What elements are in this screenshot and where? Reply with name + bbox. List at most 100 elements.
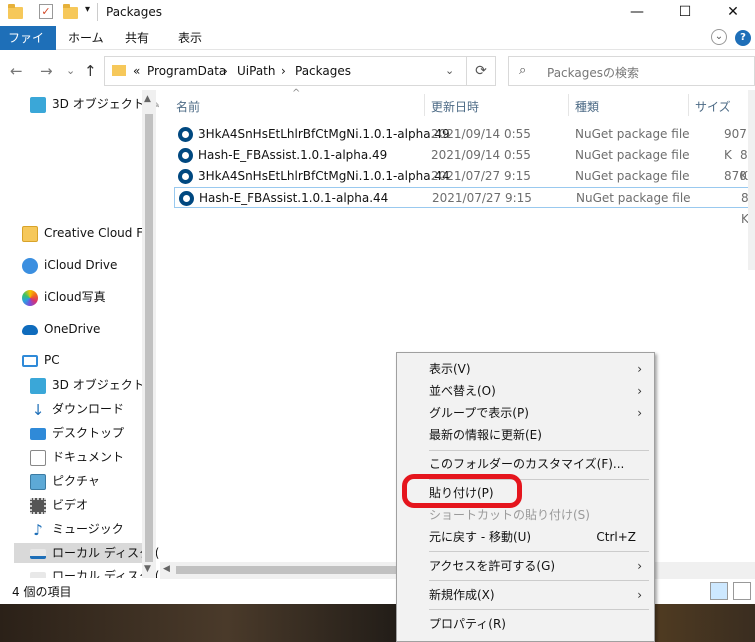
menu-item-undo-move[interactable]: 元に戻す - 移動(U) Ctrl+Z xyxy=(399,526,652,548)
submenu-arrow-icon: › xyxy=(637,362,642,376)
nav-item-onedrive[interactable]: OneDrive xyxy=(22,319,100,339)
nav-item-label: ピクチャ xyxy=(52,474,100,488)
breadcrumb-overflow[interactable]: « xyxy=(133,64,140,78)
file-date: 2021/07/27 9:15 xyxy=(431,169,531,183)
file-date: 2021/09/14 0:55 xyxy=(431,148,531,162)
paste-highlight-annotation xyxy=(402,474,522,508)
expand-ribbon-icon[interactable]: ⌄ xyxy=(711,29,727,45)
nav-item-pc-3d-objects[interactable]: 3D オブジェクト xyxy=(30,375,145,395)
nav-item-pictures[interactable]: ピクチャ xyxy=(30,471,100,491)
menu-item-label: 最新の情報に更新(E) xyxy=(429,428,542,442)
nav-item-pc[interactable]: PC xyxy=(22,350,60,370)
nav-item-local-disk-c[interactable]: ローカル ディスク (C xyxy=(14,543,168,563)
menu-item-customize-folder[interactable]: このフォルダーのカスタマイズ(F)... xyxy=(399,453,652,475)
file-explorer-window: ✓ ▾ Packages — ☐ ✕ ファイル ホーム 共有 表示 ⌄ ? ← … xyxy=(0,0,755,642)
search-input[interactable]: Packagesの検索 xyxy=(547,64,639,81)
menu-item-properties[interactable]: プロパティ(R) xyxy=(399,613,652,635)
maximize-button[interactable]: ☐ xyxy=(662,0,708,26)
nav-item-videos[interactable]: ビデオ xyxy=(30,495,88,515)
nav-item-creative-cloud[interactable]: Creative Cloud File xyxy=(22,223,156,243)
breadcrumb-uipath[interactable]: UiPath xyxy=(237,64,275,78)
nuget-package-icon xyxy=(179,191,194,206)
large-icons-view-button[interactable] xyxy=(733,582,751,600)
menu-item-give-access[interactable]: アクセスを許可する(G) › xyxy=(399,555,652,577)
nav-item-3d-objects[interactable]: 3D オブジェクト ✎ xyxy=(30,94,160,114)
file-date: 2021/07/27 9:15 xyxy=(432,191,532,205)
nav-item-icloud-drive[interactable]: iCloud Drive xyxy=(22,255,117,275)
menu-separator xyxy=(429,450,649,451)
icloud-photos-icon xyxy=(22,289,38,306)
search-box[interactable]: ⌕ Packagesの検索 xyxy=(508,56,755,86)
scroll-left-icon[interactable]: ◀ xyxy=(163,564,170,574)
close-button[interactable]: ✕ xyxy=(710,0,755,26)
file-row[interactable]: Hash-E_FBAssist.1.0.1-alpha.49 2021/09/1… xyxy=(174,145,755,183)
file-row[interactable]: 3HkA4SnHsEtLhlrBfCtMgNi.1.0.1-alpha.49 2… xyxy=(174,124,755,162)
file-list-vertical-scrollbar[interactable] xyxy=(748,90,755,270)
refresh-button[interactable]: ⟳ xyxy=(466,56,496,86)
menu-item-label: 表示(V) xyxy=(429,362,471,376)
creative-cloud-icon xyxy=(22,225,38,242)
videos-icon xyxy=(30,497,46,514)
submenu-arrow-icon: › xyxy=(637,406,642,420)
tab-home[interactable]: ホーム xyxy=(58,26,114,50)
breadcrumb-separator[interactable]: › xyxy=(223,64,228,78)
nuget-package-icon xyxy=(178,148,193,163)
address-bar[interactable]: « ProgramData › UiPath › Packages ⌄ xyxy=(104,56,496,86)
tab-share[interactable]: 共有 xyxy=(115,26,159,50)
menu-item-view[interactable]: 表示(V) › xyxy=(399,358,652,380)
column-divider[interactable] xyxy=(568,94,569,116)
scrollbar-thumb[interactable] xyxy=(145,114,153,562)
properties-quick-access-icon[interactable]: ✓ xyxy=(39,4,53,19)
column-header-type[interactable]: 種類 xyxy=(575,98,599,115)
back-button[interactable]: ← xyxy=(10,62,23,80)
menu-item-new[interactable]: 新規作成(X) › xyxy=(399,584,652,606)
column-header-modified[interactable]: 更新日時 xyxy=(431,98,479,115)
nav-item-downloads[interactable]: ↓ ダウンロード xyxy=(30,399,124,419)
address-dropdown-icon[interactable]: ⌄ xyxy=(445,64,454,77)
tab-view[interactable]: 表示 xyxy=(168,26,212,50)
menu-item-shortcut: Ctrl+Z xyxy=(596,530,636,544)
nav-item-label: ビデオ xyxy=(52,498,89,512)
ribbon-tabs: ファイル ホーム 共有 表示 ⌄ ? xyxy=(0,26,755,69)
menu-item-refresh[interactable]: 最新の情報に更新(E) xyxy=(399,424,652,446)
file-type: NuGet package file xyxy=(575,169,690,183)
nuget-package-icon xyxy=(178,127,193,142)
details-view-button[interactable] xyxy=(710,582,728,600)
column-divider[interactable] xyxy=(688,94,689,116)
tab-file[interactable]: ファイル xyxy=(0,26,56,69)
scroll-up-icon[interactable]: ▲ xyxy=(144,94,151,104)
help-icon[interactable]: ? xyxy=(735,30,751,46)
recent-locations-button[interactable]: ⌄ xyxy=(66,64,75,77)
file-row-selected[interactable]: Hash-E_FBAssist.1.0.1-alpha.44 2021/07/2… xyxy=(174,187,755,226)
nav-item-label: ドキュメント xyxy=(52,450,125,464)
breadcrumb-packages[interactable]: Packages xyxy=(295,64,351,78)
nav-item-icloud-photos[interactable]: iCloud写真 xyxy=(22,287,106,307)
3d-objects-icon xyxy=(30,377,46,394)
file-name: Hash-E_FBAssist.1.0.1-alpha.49 xyxy=(198,148,388,162)
window-title: Packages xyxy=(106,5,162,19)
menu-separator xyxy=(429,609,649,610)
submenu-arrow-icon: › xyxy=(637,559,642,573)
file-name: 3HkA4SnHsEtLhlrBfCtMgNi.1.0.1-alpha.49 xyxy=(198,127,450,141)
column-header-name[interactable]: 名前 xyxy=(176,98,200,115)
breadcrumb-programdata[interactable]: ProgramData xyxy=(147,64,226,78)
navigation-pane-scrollbar[interactable]: ▲ ▼ xyxy=(142,90,156,578)
quick-access-dropdown-icon[interactable]: ▾ xyxy=(85,4,90,15)
column-header-size[interactable]: サイズ xyxy=(695,98,731,115)
item-count: 4 個の項目 xyxy=(12,585,72,599)
pictures-icon xyxy=(30,473,46,490)
minimize-button[interactable]: — xyxy=(614,0,660,26)
nav-item-documents[interactable]: ドキュメント xyxy=(30,447,124,467)
nav-item-music[interactable]: ♪ ミュージック xyxy=(30,519,124,539)
folder-icon xyxy=(8,4,23,19)
nav-item-desktop[interactable]: デスクトップ xyxy=(30,423,124,443)
up-button[interactable]: ↑ xyxy=(84,62,97,80)
file-row[interactable]: 3HkA4SnHsEtLhlrBfCtMgNi.1.0.1-alpha.44 2… xyxy=(174,166,755,204)
new-folder-quick-access-icon[interactable] xyxy=(63,4,78,19)
menu-item-sort[interactable]: 並べ替え(O) › xyxy=(399,380,652,402)
breadcrumb-separator[interactable]: › xyxy=(281,64,286,78)
forward-button[interactable]: → xyxy=(40,62,53,80)
menu-item-group-by[interactable]: グループで表示(P) › xyxy=(399,402,652,424)
column-divider[interactable] xyxy=(424,94,425,116)
scroll-down-icon[interactable]: ▼ xyxy=(144,564,151,574)
